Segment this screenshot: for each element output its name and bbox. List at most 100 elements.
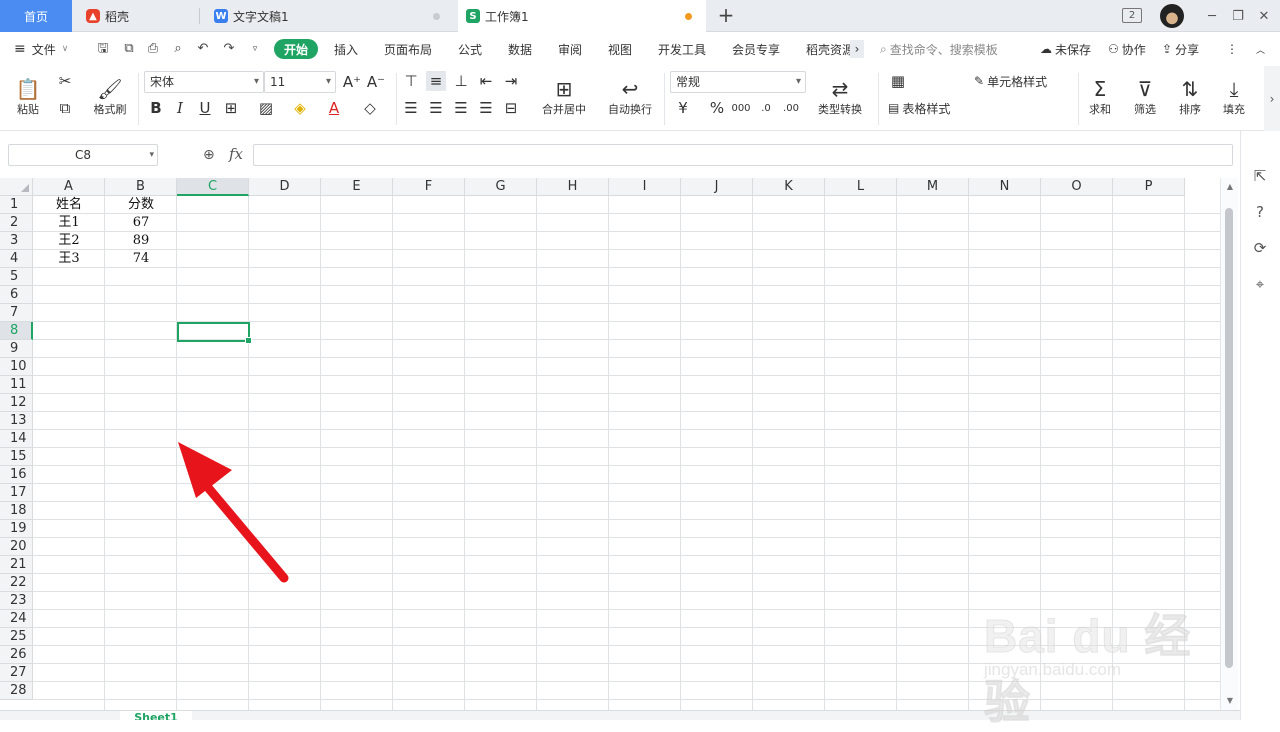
column-header-e[interactable]: E	[321, 178, 393, 196]
tab-document[interactable]: W 文字文稿1	[206, 0, 454, 32]
cell-b2[interactable]: 67	[105, 214, 177, 232]
increase-font-icon[interactable]: A⁺	[342, 72, 362, 92]
column-header-m[interactable]: M	[897, 178, 969, 196]
indent-increase-icon[interactable]: ⇥	[501, 71, 521, 91]
format-painter-button[interactable]: 🖌 格式刷	[88, 69, 132, 125]
tab-home[interactable]: 首页	[0, 0, 72, 32]
font-size-select[interactable]: 11	[264, 71, 336, 93]
row-header-10[interactable]: 10	[0, 358, 33, 376]
row-header-27[interactable]: 27	[0, 664, 33, 682]
row-header-11[interactable]: 11	[0, 376, 33, 394]
tab-formulas[interactable]: 公式	[458, 33, 482, 65]
tab-developer[interactable]: 开发工具	[658, 33, 706, 65]
cell-a3[interactable]: 王2	[33, 232, 105, 250]
scroll-down-icon[interactable]: ▼	[1225, 696, 1235, 706]
insert-function-icon[interactable]: fx	[229, 145, 243, 163]
close-window-icon[interactable]: ✕	[1256, 6, 1272, 26]
selected-cell-c8[interactable]	[177, 322, 252, 344]
align-top-icon[interactable]: ⊤	[401, 71, 421, 91]
ribbon-scroll-right-icon[interactable]: ›	[1264, 66, 1280, 132]
minimize-icon[interactable]: ─	[1204, 6, 1220, 26]
column-header-b[interactable]: B	[105, 178, 177, 196]
row-header-22[interactable]: 22	[0, 574, 33, 592]
share-button[interactable]: ⇪ 分享	[1162, 33, 1199, 65]
conditional-format-icon[interactable]: ▦	[888, 71, 908, 91]
row-header-14[interactable]: 14	[0, 430, 33, 448]
cut-icon[interactable]: ✂	[55, 71, 75, 91]
row-header-19[interactable]: 19	[0, 520, 33, 538]
tab-review[interactable]: 审阅	[558, 33, 582, 65]
row-header-5[interactable]: 5	[0, 268, 33, 286]
bold-icon[interactable]: B	[146, 98, 166, 118]
collapse-ribbon-icon[interactable]: ︿	[1256, 33, 1265, 65]
row-header-13[interactable]: 13	[0, 412, 33, 430]
restore-icon[interactable]: ❐	[1230, 6, 1246, 26]
align-center-icon[interactable]: ☰	[426, 98, 446, 118]
cell-b1[interactable]: 分数	[105, 196, 177, 214]
wrap-text-button[interactable]: ↩ 自动换行	[602, 69, 658, 125]
cell-b3[interactable]: 89	[105, 232, 177, 250]
cell-a1[interactable]: 姓名	[33, 196, 105, 214]
currency-icon[interactable]: ¥	[673, 98, 693, 118]
new-tab-plus-icon[interactable]: +	[716, 4, 736, 26]
row-header-3[interactable]: 3	[0, 232, 33, 250]
file-menu[interactable]: ≡ 文件 ∨	[14, 33, 68, 65]
row-header-17[interactable]: 17	[0, 484, 33, 502]
help-icon[interactable]: ?	[1251, 203, 1269, 221]
increase-decimal-icon[interactable]: .0	[756, 98, 776, 118]
column-header-o[interactable]: O	[1041, 178, 1113, 196]
column-header-n[interactable]: N	[969, 178, 1041, 196]
column-header-j[interactable]: J	[681, 178, 753, 196]
row-header-16[interactable]: 16	[0, 466, 33, 484]
print-preview-icon[interactable]: ⌕	[170, 41, 186, 57]
cell-a2[interactable]: 王1	[33, 214, 105, 232]
command-search[interactable]: ⌕ 查找命令、搜索模板	[880, 33, 998, 65]
indent-decrease-icon[interactable]: ⇤	[476, 71, 496, 91]
collab-button[interactable]: ⚇ 协作	[1108, 33, 1146, 65]
name-box[interactable]: C8	[8, 144, 158, 166]
undo-icon[interactable]: ↶	[195, 41, 211, 57]
number-format-select[interactable]: 常规	[670, 71, 806, 93]
fill-color-icon[interactable]: ◈	[290, 98, 310, 118]
row-header-4[interactable]: 4	[0, 250, 33, 268]
tab-member[interactable]: 会员专享	[732, 33, 780, 65]
font-color-icon[interactable]: A	[324, 98, 344, 118]
tab-close-icon[interactable]	[433, 12, 440, 20]
backup-icon[interactable]: ⟳	[1251, 239, 1269, 257]
cell-a4[interactable]: 王3	[33, 250, 105, 268]
unsaved-cloud-button[interactable]: ☁ 未保存	[1040, 33, 1091, 65]
clear-format-icon[interactable]: ◇	[360, 98, 380, 118]
table-style-button[interactable]: ▤ 表格样式	[888, 98, 950, 118]
row-header-25[interactable]: 25	[0, 628, 33, 646]
row-header-15[interactable]: 15	[0, 448, 33, 466]
scroll-up-icon[interactable]: ▲	[1225, 182, 1235, 192]
border-icon[interactable]: ⊞	[221, 98, 241, 118]
filter-button[interactable]: ⊽ 筛选	[1127, 69, 1163, 125]
merge-center-button[interactable]: ⊞ 合并居中	[534, 69, 594, 125]
justify-icon[interactable]: ☰	[476, 98, 496, 118]
thousands-icon[interactable]: 000	[731, 98, 751, 118]
menu-scroll-right-icon[interactable]: ›	[850, 40, 864, 58]
align-middle-icon[interactable]: ≡	[426, 71, 446, 91]
row-header-26[interactable]: 26	[0, 646, 33, 664]
select-all-corner[interactable]	[0, 178, 33, 196]
row-header-28[interactable]: 28	[0, 682, 33, 700]
tab-daoke-resources[interactable]: 稻壳资源	[806, 33, 850, 65]
sum-button[interactable]: Σ 求和	[1082, 69, 1118, 125]
save-icon[interactable]: 🖫	[95, 41, 111, 57]
row-header-12[interactable]: 12	[0, 394, 33, 412]
tab-view[interactable]: 视图	[608, 33, 632, 65]
column-header-p[interactable]: P	[1113, 178, 1185, 196]
underline-icon[interactable]: U	[195, 98, 215, 118]
align-bottom-icon[interactable]: ⊥	[451, 71, 471, 91]
distributed-icon[interactable]: ⊟	[501, 98, 521, 118]
column-header-l[interactable]: L	[825, 178, 897, 196]
decrease-font-icon[interactable]: A⁻	[366, 72, 386, 92]
vertical-scroll-thumb[interactable]	[1225, 208, 1233, 668]
italic-icon[interactable]: I	[170, 98, 190, 118]
tab-page-layout[interactable]: 页面布局	[384, 33, 432, 65]
formula-input[interactable]	[253, 144, 1233, 166]
sheet-tab[interactable]: Sheet1	[120, 711, 192, 720]
font-name-select[interactable]: 宋体	[144, 71, 264, 93]
cell-fill-pattern-icon[interactable]: ▨	[256, 98, 276, 118]
